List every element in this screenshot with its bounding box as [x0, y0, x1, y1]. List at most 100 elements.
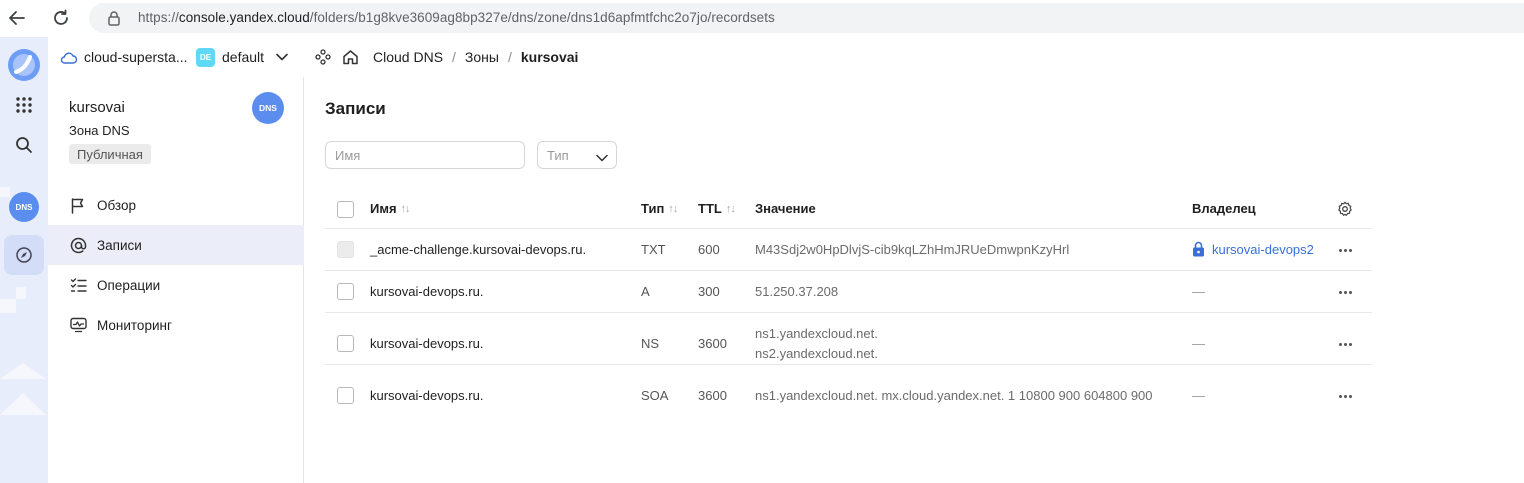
- column-header-label: Имя: [370, 201, 397, 216]
- type-filter-placeholder: Тип: [547, 147, 569, 163]
- url-text: https://console.yandex.cloud/folders/b1g…: [138, 10, 775, 25]
- resource-graph-icon[interactable]: [315, 37, 331, 77]
- service-sidebar: kursovai Зона DNS Публичная DNS Обзор За…: [48, 77, 304, 483]
- table-divider: [325, 364, 1372, 365]
- row-actions-button[interactable]: [1337, 336, 1353, 352]
- column-header-ttl[interactable]: TTL ↑↓: [698, 201, 736, 216]
- zone-subtitle: Зона DNS: [69, 123, 130, 138]
- breadcrumb-cloud-dns[interactable]: Cloud DNS: [373, 49, 443, 65]
- column-header-type[interactable]: Тип ↑↓: [641, 201, 678, 216]
- record-name: kursovai-devops.ru.: [370, 284, 484, 299]
- row-actions-button[interactable]: [1337, 242, 1353, 258]
- zone-title: kursovai: [69, 99, 125, 116]
- name-filter-input[interactable]: Имя: [325, 141, 525, 169]
- url-path: /folders/b1g8kve3609ag8bp327e/dns/zone/d…: [309, 10, 775, 25]
- sort-icon: ↑↓: [725, 202, 736, 215]
- rail-decoration: [0, 363, 46, 379]
- owner-name: kursovai-devops2: [1212, 241, 1314, 257]
- sidebar-item-monitoring[interactable]: Мониторинг: [48, 305, 304, 345]
- record-type: A: [641, 284, 650, 299]
- table-divider: [325, 312, 1372, 313]
- browser-toolbar: https://console.yandex.cloud/folders/b1g…: [0, 0, 1524, 37]
- cloud-selector[interactable]: cloud-supersta...: [60, 37, 188, 77]
- owner-empty: —: [1192, 284, 1205, 299]
- owner-empty: —: [1192, 388, 1205, 403]
- flag-icon: [69, 196, 87, 214]
- cloud-name: cloud-supersta...: [84, 49, 188, 65]
- address-bar[interactable]: https://console.yandex.cloud/folders/b1g…: [89, 3, 1524, 33]
- breadcrumb-separator: /: [507, 49, 512, 65]
- breadcrumb-zones[interactable]: Зоны: [465, 49, 499, 65]
- record-value: ns1.yandexcloud.net. mx.cloud.yandex.net…: [755, 388, 1153, 403]
- row-checkbox[interactable]: [337, 335, 354, 352]
- row-checkbox[interactable]: [337, 387, 354, 404]
- list-check-icon: [69, 276, 87, 294]
- table-divider: [325, 270, 1372, 271]
- select-all-checkbox[interactable]: [337, 201, 354, 218]
- record-value: M43Sdj2w0HpDlvjS-cib9kqLZhHmJRUeDmwpnKzy…: [755, 242, 1070, 257]
- type-filter-select[interactable]: Тип: [537, 141, 617, 169]
- cloud-icon: [60, 51, 77, 64]
- rail-decoration: [0, 299, 16, 313]
- header-bar: cloud-supersta... DE default Cloud DNS /…: [48, 37, 1524, 77]
- at-icon: [69, 236, 87, 254]
- dns-logo-icon: DNS: [252, 92, 284, 124]
- record-value: ns1.yandexcloud.net.: [755, 326, 878, 341]
- record-name: kursovai-devops.ru.: [370, 388, 484, 403]
- row-actions-button[interactable]: [1337, 284, 1353, 300]
- sidebar-item-label: Операции: [97, 277, 161, 293]
- main-content: Записи Имя Тип Имя ↑↓ Тип ↑↓ TTL ↑↓ Значени…: [305, 77, 1524, 483]
- page-title: Записи: [325, 99, 386, 118]
- gear-icon[interactable]: [1337, 201, 1353, 222]
- record-ttl: 300: [698, 284, 720, 299]
- monitor-icon: [69, 316, 87, 334]
- record-value: 51.250.37.208: [755, 284, 839, 299]
- search-icon[interactable]: [4, 125, 44, 165]
- sidebar-item-label: Обзор: [97, 197, 136, 213]
- breadcrumb: Cloud DNS / Зоны / kursovai: [373, 37, 578, 77]
- console-rail: DNS: [0, 37, 48, 483]
- row-checkbox[interactable]: [337, 283, 354, 300]
- column-header-owner: Владелец: [1192, 201, 1256, 216]
- reload-button[interactable]: [50, 7, 72, 29]
- owner-link[interactable]: kursovai-devops2: [1192, 241, 1314, 257]
- sidebar-item-operations[interactable]: Операции: [48, 265, 304, 305]
- record-type: TXT: [641, 242, 666, 257]
- column-header-label: TTL: [698, 201, 722, 216]
- sidebar-item-overview[interactable]: Обзор: [48, 185, 304, 225]
- site-info-icon[interactable]: [107, 10, 121, 31]
- rail-decoration: [16, 287, 26, 299]
- name-filter-placeholder: Имя: [335, 147, 361, 163]
- column-header-label: Значение: [755, 201, 816, 216]
- url-host: console.yandex.cloud: [178, 10, 310, 25]
- compass-icon[interactable]: [4, 235, 44, 275]
- column-header-value: Значение: [755, 201, 816, 216]
- rail-decoration: [0, 393, 46, 415]
- sidebar-item-label: Мониторинг: [97, 317, 172, 333]
- row-actions-button[interactable]: [1337, 388, 1353, 404]
- url-prefix: https://: [138, 10, 179, 25]
- record-ttl: 3600: [698, 336, 727, 351]
- table-divider: [325, 228, 1372, 229]
- record-name: kursovai-devops.ru.: [370, 336, 484, 351]
- row-checkbox: [337, 241, 354, 258]
- record-type: NS: [641, 336, 660, 351]
- sidebar-item-records[interactable]: Записи: [48, 225, 304, 265]
- home-icon[interactable]: [342, 37, 359, 77]
- record-ttl: 600: [698, 242, 720, 257]
- chevron-down-icon: [596, 150, 608, 165]
- record-ttl: 3600: [698, 388, 727, 403]
- sidebar-item-label: Записи: [97, 237, 142, 253]
- column-header-label: Тип: [641, 201, 665, 216]
- back-button[interactable]: [6, 7, 28, 29]
- dns-service-badge: DNS: [9, 192, 39, 222]
- yandex-cloud-logo-icon[interactable]: [4, 45, 44, 85]
- dns-service-icon[interactable]: DNS: [4, 187, 44, 227]
- column-header-name[interactable]: Имя ↑↓: [370, 201, 411, 216]
- all-services-icon[interactable]: [4, 85, 44, 125]
- record-type: SOA: [641, 388, 669, 403]
- sort-icon: ↑↓: [400, 202, 411, 215]
- folder-badge: DE: [196, 47, 215, 67]
- folder-selector[interactable]: DE default: [196, 37, 288, 77]
- sort-icon: ↑↓: [668, 202, 678, 215]
